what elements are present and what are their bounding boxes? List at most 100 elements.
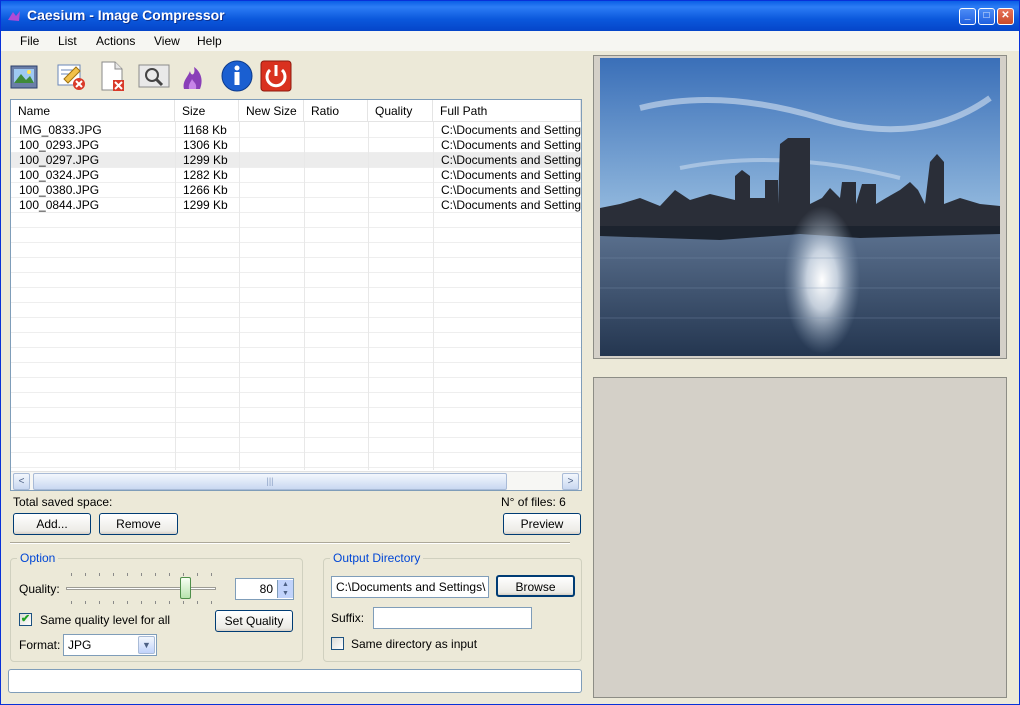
- table-row[interactable]: 100_0844.JPG 1299 Kb C:\Documents and Sett…: [11, 198, 581, 213]
- open-images-icon[interactable]: [8, 59, 42, 93]
- cell-name: IMG_0833.JPG: [19, 123, 102, 137]
- quality-label: Quality:: [19, 582, 60, 596]
- cell-ratio: [304, 153, 368, 168]
- cell-ratio: [304, 198, 368, 213]
- slider-tick: [127, 601, 128, 604]
- cell-new-size: [239, 138, 304, 153]
- column-divider: [175, 122, 176, 470]
- column-full-path[interactable]: Full Path: [433, 100, 581, 122]
- cell-size: 1299 Kb: [183, 153, 228, 167]
- quality-slider-track[interactable]: [66, 587, 216, 590]
- column-name[interactable]: Name: [11, 100, 175, 122]
- exit-icon[interactable]: [259, 59, 293, 93]
- preview-icon[interactable]: [137, 59, 171, 93]
- chevron-down-icon[interactable]: ▼: [138, 636, 155, 654]
- close-icon[interactable]: ✕: [997, 8, 1014, 25]
- grid-line: [11, 392, 581, 393]
- slider-tick: [169, 573, 170, 576]
- compress-icon[interactable]: [176, 59, 210, 93]
- column-ratio[interactable]: Ratio: [304, 100, 368, 122]
- preview-button[interactable]: Preview: [503, 513, 581, 535]
- grid-line: [11, 317, 581, 318]
- remove-file-icon[interactable]: [95, 59, 129, 93]
- slider-tick: [141, 601, 142, 604]
- menu-list[interactable]: List: [58, 34, 77, 48]
- cell-quality: [368, 168, 433, 183]
- divider: [10, 542, 570, 544]
- slider-tick: [197, 573, 198, 576]
- cell-name: 100_0293.JPG: [19, 138, 100, 152]
- cell-size: 1306 Kb: [183, 138, 228, 152]
- same-quality-checkbox[interactable]: ✔: [19, 613, 32, 626]
- menu-file[interactable]: File: [20, 34, 39, 48]
- preview-image: [600, 58, 1000, 356]
- clear-list-icon[interactable]: [54, 59, 88, 93]
- image-preview: [593, 55, 1007, 359]
- grid-line: [11, 347, 581, 348]
- scroll-left-icon[interactable]: <: [13, 473, 30, 490]
- grid-line: [11, 452, 581, 453]
- quality-spinner[interactable]: ▲ ▼: [277, 580, 293, 598]
- scroll-right-icon[interactable]: >: [562, 473, 579, 490]
- spin-down-icon[interactable]: ▼: [278, 589, 293, 598]
- total-saved-label: Total saved space:: [13, 495, 113, 509]
- slider-tick: [141, 573, 142, 576]
- table-row[interactable]: IMG_0833.JPG 1168 Kb C:\Documents and Sett…: [11, 123, 581, 138]
- minimize-icon[interactable]: _: [959, 8, 976, 25]
- same-directory-checkbox[interactable]: [331, 637, 344, 650]
- suffix-field[interactable]: [373, 607, 532, 629]
- output-group-title: Output Directory: [330, 551, 424, 565]
- table-row[interactable]: 100_0297.JPG 1299 Kb C:\Documents and Sett…: [11, 153, 581, 168]
- cell-quality: [368, 138, 433, 153]
- app-window: Caesium - Image Compressor _ □ ✕ File Li…: [0, 0, 1020, 705]
- remove-button[interactable]: Remove: [99, 513, 178, 535]
- scroll-thumb[interactable]: |||: [33, 473, 507, 490]
- slider-tick: [71, 601, 72, 604]
- grid-line: [11, 287, 581, 288]
- grid-line: [11, 362, 581, 363]
- cell-path: C:\Documents and Settings\: [441, 198, 581, 212]
- title-bar[interactable]: Caesium - Image Compressor _ □ ✕: [1, 1, 1019, 31]
- add-button[interactable]: Add...: [13, 513, 91, 535]
- slider-tick: [99, 573, 100, 576]
- table-row[interactable]: 100_0324.JPG 1282 Kb C:\Documents and Sett…: [11, 168, 581, 183]
- grid-line: [11, 422, 581, 423]
- cell-path: C:\Documents and Settings\: [441, 138, 581, 152]
- app-icon: [8, 11, 20, 21]
- menu-actions[interactable]: Actions: [96, 34, 135, 48]
- status-bar: [8, 669, 582, 693]
- grid-line: [11, 332, 581, 333]
- browse-button[interactable]: Browse: [496, 575, 575, 597]
- column-size[interactable]: Size: [175, 100, 239, 122]
- slider-tick: [113, 601, 114, 604]
- set-quality-button[interactable]: Set Quality: [215, 610, 293, 632]
- cell-new-size: [239, 153, 304, 168]
- table-row[interactable]: 100_0380.JPG 1266 Kb C:\Documents and Sett…: [11, 183, 581, 198]
- spin-up-icon[interactable]: ▲: [278, 580, 293, 589]
- slider-tick: [85, 601, 86, 604]
- output-directory-field[interactable]: C:\Documents and Settings\: [331, 576, 489, 598]
- cell-new-size: [239, 168, 304, 183]
- menu-help[interactable]: Help: [197, 34, 222, 48]
- info-icon[interactable]: [220, 59, 254, 93]
- file-list[interactable]: Name Size New Size Ratio Quality Full Pa…: [10, 99, 582, 491]
- grid-line: [11, 137, 581, 138]
- format-select[interactable]: JPG ▼: [63, 634, 157, 656]
- cell-new-size: [239, 198, 304, 213]
- slider-tick: [183, 601, 184, 604]
- grid-line: [11, 302, 581, 303]
- column-new-size[interactable]: New Size: [239, 100, 304, 122]
- window-title: Caesium - Image Compressor: [27, 7, 225, 23]
- menu-view[interactable]: View: [154, 34, 180, 48]
- quality-slider-thumb[interactable]: [180, 577, 191, 599]
- table-row[interactable]: 100_0293.JPG 1306 Kb C:\Documents and Sett…: [11, 138, 581, 153]
- horizontal-scrollbar[interactable]: < ||| >: [11, 471, 581, 490]
- maximize-icon[interactable]: □: [978, 8, 995, 25]
- slider-tick: [85, 573, 86, 576]
- column-quality[interactable]: Quality: [368, 100, 433, 122]
- grid-line: [11, 242, 581, 243]
- cell-path: C:\Documents and Settings\: [441, 183, 581, 197]
- same-directory-label: Same directory as input: [351, 637, 478, 651]
- cell-path: C:\Documents and Settings\: [441, 153, 581, 167]
- format-value: JPG: [68, 638, 92, 652]
